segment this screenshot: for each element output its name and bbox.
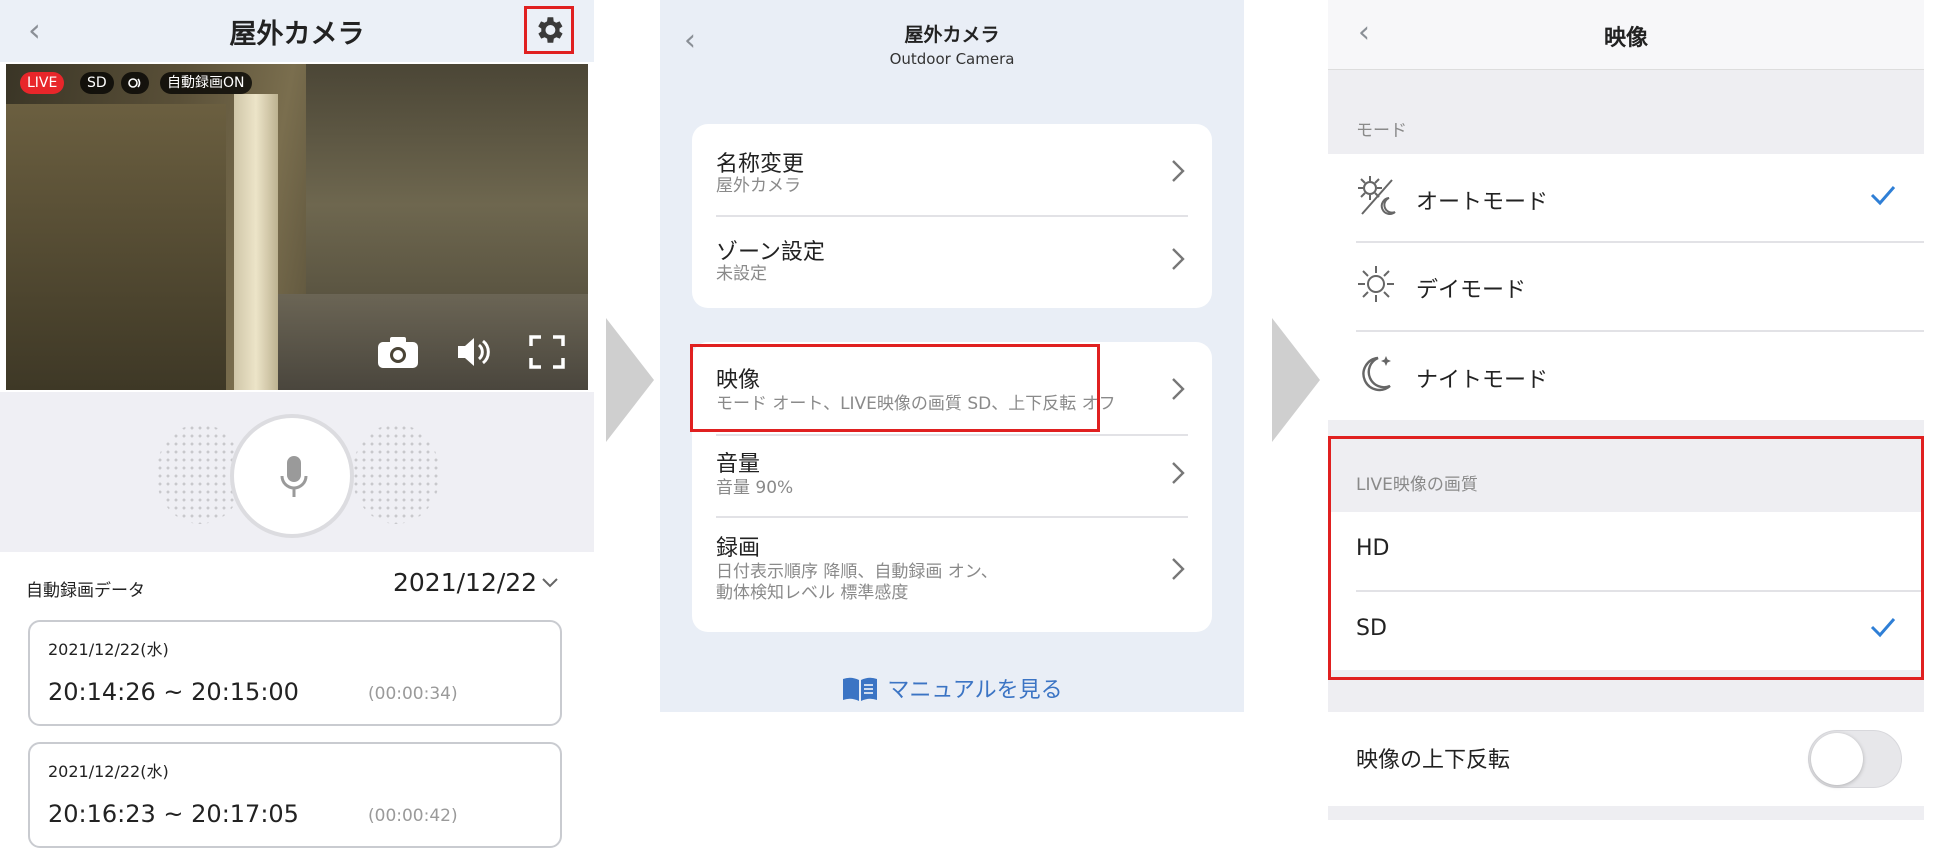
mode-option-night[interactable]: ナイトモード <box>1328 332 1924 420</box>
microphone-button[interactable] <box>230 414 354 538</box>
recording-duration: (00:00:34) <box>368 684 458 704</box>
recording-duration: (00:00:42) <box>368 806 458 826</box>
chevron-right-icon <box>1172 558 1185 580</box>
page-subtitle: Outdoor Camera <box>889 50 1015 68</box>
toggle-knob <box>1811 733 1863 785</box>
night-mode-icon <box>1362 356 1391 392</box>
row-value: 音量 90% <box>716 478 794 498</box>
chevron-right-icon <box>1172 462 1185 484</box>
video-scene <box>234 94 278 390</box>
camera-icon[interactable] <box>376 334 420 370</box>
live-badge: LIVE <box>20 72 65 94</box>
recording-time-range: 20:14:26 ~ 20:15:00 <box>48 678 299 706</box>
flip-row: 映像の上下反転 <box>1328 712 1924 806</box>
speaker-icon[interactable] <box>454 334 494 370</box>
chevron-right-icon <box>1172 378 1185 400</box>
step-arrow-icon <box>1272 318 1320 442</box>
mode-option-auto[interactable]: オートモード <box>1328 154 1924 242</box>
settings-highlight <box>524 6 574 54</box>
video-settings-screen: ‹ 映像 モード オートモード デイモード ナイトモード LIVE映像の画質 H… <box>1328 0 1924 820</box>
row-value-line1: 日付表示順序 降順、自動録画 オン、 <box>716 562 998 582</box>
row-label: 録画 <box>716 536 761 561</box>
book-icon <box>843 677 878 701</box>
flip-toggle[interactable] <box>1808 730 1902 788</box>
manual-link[interactable]: マニュアルを見る <box>660 672 1244 704</box>
mode-label: ナイトモード <box>1416 368 1549 393</box>
day-mode-icon <box>1358 266 1394 302</box>
page-title: 屋外カメラ <box>904 24 1000 46</box>
row-value: 屋外カメラ <box>716 176 801 196</box>
mode-list: オートモード デイモード ナイトモード <box>1328 154 1924 420</box>
video-row-highlight <box>690 344 1100 432</box>
settings-row-rename[interactable]: 名称変更 屋外カメラ <box>692 124 1212 216</box>
camera-live-screen: ‹ 屋外カメラ LIVE SD 自動録画ON 自動録画データ 2021/12/2… <box>0 0 594 862</box>
auto-record-badge: 自動録画ON <box>160 72 252 94</box>
step-arrow-icon <box>606 318 654 442</box>
chevron-right-icon <box>1172 248 1185 270</box>
row-value-line2: 動体検知レベル 標準感度 <box>716 583 909 603</box>
night-vision-badge <box>121 72 149 94</box>
auto-mode-icon <box>1358 176 1396 215</box>
chevron-right-icon <box>1172 160 1185 182</box>
page-title: 映像 <box>1603 26 1648 51</box>
quality-highlight <box>1328 436 1924 680</box>
sound-dots <box>352 424 440 524</box>
mode-option-day[interactable]: デイモード <box>1328 242 1924 330</box>
mode-label: デイモード <box>1416 278 1527 303</box>
settings-group-1: 名称変更 屋外カメラ ゾーン設定 未設定 <box>692 124 1212 308</box>
row-label: 音量 <box>716 452 761 477</box>
page-title: 屋外カメラ <box>229 19 365 50</box>
recording-time-range: 20:16:23 ~ 20:17:05 <box>48 800 299 828</box>
mode-section-header: モード <box>1356 121 1407 141</box>
sd-badge: SD <box>80 72 114 94</box>
recording-date: 2021/12/22(水) <box>48 640 169 659</box>
settings-row-zone[interactable]: ゾーン設定 未設定 <box>692 216 1212 308</box>
manual-link-label: マニュアルを見る <box>887 678 1063 703</box>
settings-row-volume[interactable]: 音量 音量 90% <box>692 436 1212 520</box>
microphone-icon <box>280 456 308 497</box>
row-label: 名称変更 <box>716 152 805 177</box>
header-bar: ‹ 映像 <box>1328 0 1924 70</box>
row-value: 未設定 <box>716 264 767 284</box>
flip-label: 映像の上下反転 <box>1356 748 1511 773</box>
date-selector[interactable]: 2021/12/22 <box>393 568 537 597</box>
row-label: ゾーン設定 <box>716 240 825 265</box>
recording-card[interactable]: 2021/12/22(水) 20:16:23 ~ 20:17:05 (00:00… <box>28 742 562 848</box>
chevron-down-icon[interactable] <box>540 572 560 592</box>
recording-date: 2021/12/22(水) <box>48 762 169 781</box>
talk-area <box>0 392 594 552</box>
video-scene <box>6 104 226 390</box>
video-scene <box>306 64 588 299</box>
night-vision-icon <box>128 78 141 88</box>
mode-label: オートモード <box>1416 190 1549 215</box>
camera-settings-screen: ‹ 屋外カメラ Outdoor Camera 名称変更 屋外カメラ ゾーン設定 … <box>660 0 1244 712</box>
fullscreen-icon[interactable] <box>528 334 566 370</box>
checkmark-icon <box>1870 186 1896 206</box>
live-video-view[interactable]: LIVE SD 自動録画ON <box>6 64 588 390</box>
gear-icon[interactable] <box>532 13 566 47</box>
recording-data-label: 自動録画データ <box>26 581 145 601</box>
settings-row-recording[interactable]: 録画 日付表示順序 降順、自動録画 オン、 動体検知レベル 標準感度 <box>692 518 1212 632</box>
header-bar: ‹ 屋外カメラ <box>0 0 594 62</box>
recording-card[interactable]: 2021/12/22(水) 20:14:26 ~ 20:15:00 (00:00… <box>28 620 562 726</box>
